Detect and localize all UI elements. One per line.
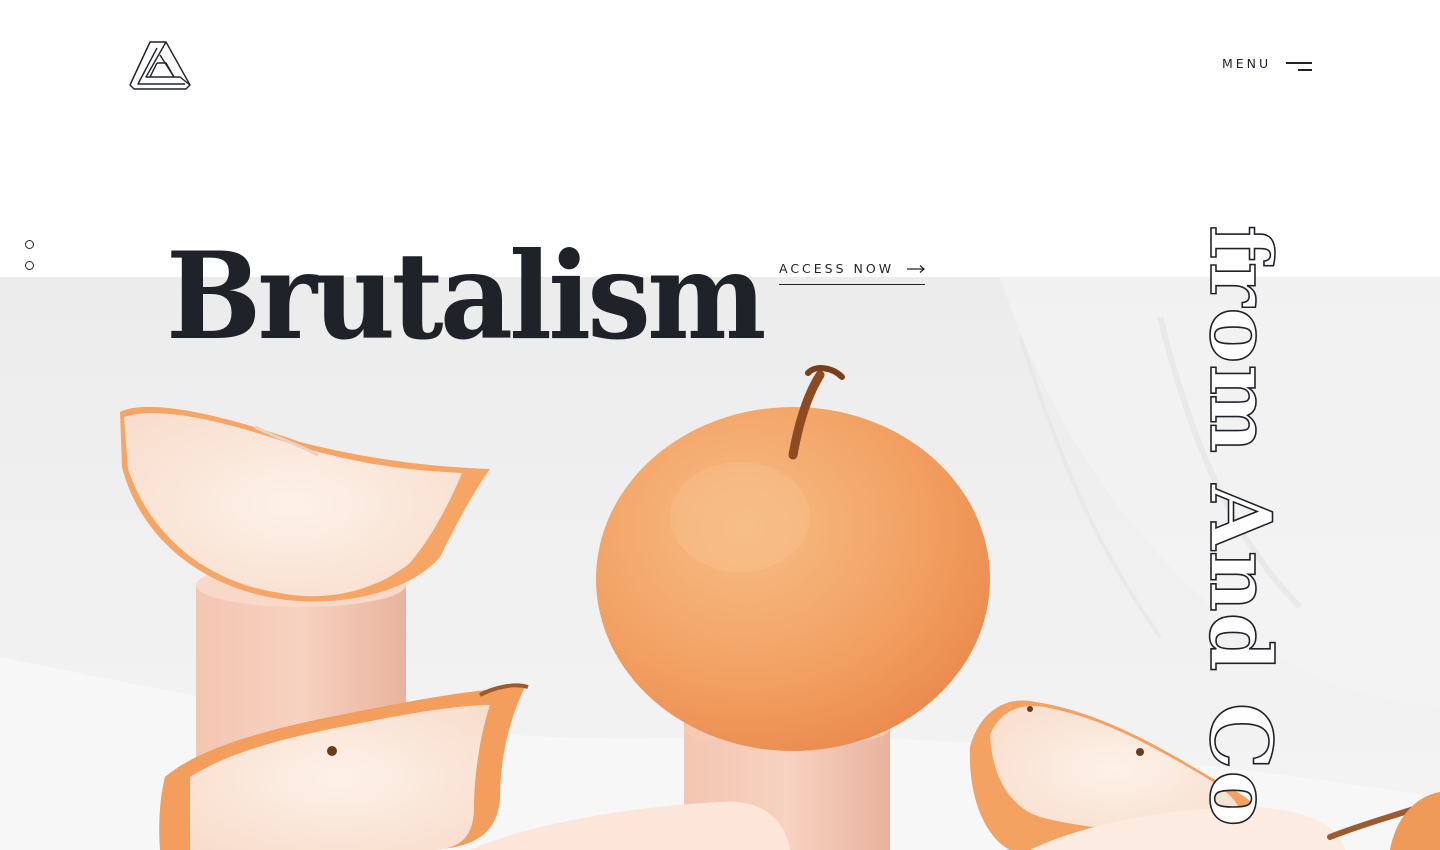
logo[interactable]: [129, 40, 191, 90]
vertical-outline-text: from And Co: [1190, 224, 1291, 828]
menu-button[interactable]: MENU: [1222, 52, 1313, 74]
hero-page: MENU Brutalism ACCESS NOW from And Co: [0, 0, 1440, 850]
cta-label: ACCESS NOW: [779, 261, 895, 276]
slide-dot-2[interactable]: [25, 261, 34, 270]
slide-dot-1[interactable]: [25, 240, 34, 249]
menu-label: MENU: [1222, 55, 1272, 71]
arrow-right-icon: [907, 265, 925, 273]
access-now-link[interactable]: ACCESS NOW: [779, 260, 925, 285]
hero-headline: Brutalism: [166, 226, 766, 367]
hamburger-icon: [1285, 60, 1313, 72]
